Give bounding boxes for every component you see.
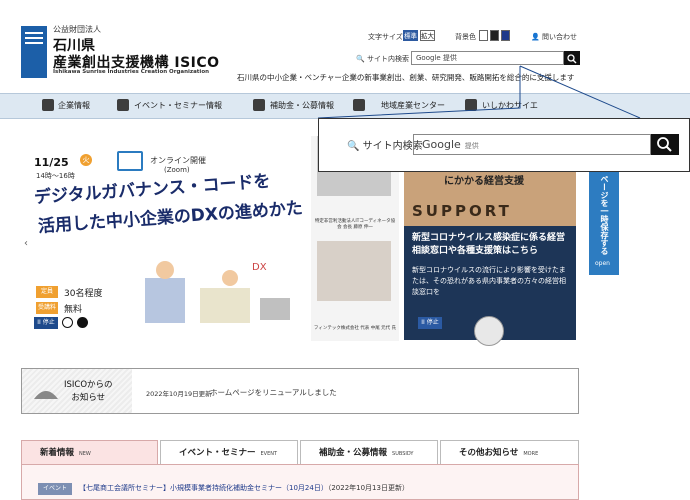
- tab-content: イベント 【七尾商工会議所セミナー】小規模事業者持続化補助金セミナー（10月24…: [21, 464, 579, 500]
- zoom-search-button[interactable]: [651, 134, 679, 155]
- person-icon: 👤: [531, 33, 540, 41]
- color-blue-button[interactable]: [501, 30, 510, 41]
- zoom-search-input[interactable]: Google 提供: [413, 134, 651, 155]
- side-tab-open-label: open: [595, 260, 610, 267]
- org-prefix: 公益財団法人: [53, 25, 101, 34]
- science-icon: [465, 99, 477, 111]
- color-white-button[interactable]: [479, 30, 488, 41]
- nav-item-subsidy[interactable]: 補助金・公募情報: [270, 100, 334, 111]
- event-link[interactable]: 【七尾商工会議所セミナー】小規模事業者持続化補助金セミナー（10月24日）（20…: [79, 483, 409, 493]
- tagline: 石川県の中小企業・ベンチャー企業の新事業創出、創業、研究開発、販路開拓を総合的に…: [237, 73, 575, 82]
- zoomed-search-panel: 🔍 サイト内検索 Google 提供: [318, 118, 690, 172]
- isico-logo[interactable]: [21, 26, 47, 78]
- capacity-tag: 定員: [36, 286, 58, 298]
- speaker-photo-2: [317, 241, 391, 301]
- info-tabs: 新着情報 NEW イベント・セミナー EVENT 補助金・公募情報 SUBSIDY そ…: [21, 440, 579, 464]
- news-link[interactable]: ホームページをリニューアルしました: [210, 387, 337, 398]
- seminar-illustration: DX: [145, 261, 290, 323]
- regional-center-icon: [353, 99, 365, 111]
- carousel-stop-button[interactable]: II 停止: [34, 317, 58, 329]
- capacity-value: 30名程度: [64, 289, 103, 299]
- nav-item-regional-center[interactable]: 地域産業センター: [381, 100, 445, 111]
- slide-covid-support[interactable]: にかかる経営支援 SUPPORT 新型コロナウイルス感染症に係る経営相談窓口や各…: [404, 164, 576, 346]
- font-large-button[interactable]: 拡大: [420, 30, 435, 41]
- monitor-icon: [117, 151, 143, 171]
- nav-item-company[interactable]: 企業情報: [58, 100, 90, 111]
- search-icon: 🔍: [356, 55, 365, 63]
- svg-text:DX: DX: [252, 262, 267, 273]
- zoom-search-label: 🔍 サイト内検索: [347, 141, 423, 152]
- tab-new[interactable]: 新着情報 NEW: [21, 440, 158, 464]
- contact-link[interactable]: 👤 問い合わせ: [531, 32, 577, 42]
- news-title: ISICOからの お知らせ: [64, 380, 113, 403]
- company-icon: [42, 99, 54, 111]
- color-black-button[interactable]: [490, 30, 499, 41]
- search-button[interactable]: [564, 51, 580, 65]
- search-icon: [567, 54, 577, 64]
- support-title[interactable]: 新型コロナウイルス感染症に係る経営相談窓口や各種支援策はこちら: [412, 232, 572, 258]
- nav-item-science[interactable]: いしかわサイエ: [482, 100, 538, 111]
- carousel-prev-icon[interactable]: ‹: [24, 238, 28, 249]
- sunrise-icon: [34, 391, 58, 399]
- fee-tag: 受講料: [36, 302, 58, 314]
- save-page-tab[interactable]: ページを一時保存する: [589, 155, 619, 275]
- isico-news-box: ISICOからの お知らせ 2022年10月19日更新 ホームページをリニューアル…: [21, 368, 579, 414]
- support-body: 新型コロナウイルスの流行により影響を受けたまたは、その恐れがある県内事業者の方々…: [412, 266, 566, 296]
- seminar-date: 11/25: [34, 156, 69, 169]
- chevron-down-icon[interactable]: [474, 316, 504, 346]
- font-standard-button[interactable]: 標準: [403, 30, 418, 41]
- support-word: SUPPORT: [412, 202, 512, 220]
- main-nav: 企業情報 イベント・セミナー情報 補助金・公募情報 地域産業センター いしかわサ…: [0, 93, 690, 119]
- carousel-stop-button-2[interactable]: II 停止: [418, 317, 442, 329]
- seminar-day: 火: [80, 154, 92, 166]
- site-header: 公益財団法人 石川県 産業創出支援機構 ISICO Ishikawa Sunri…: [0, 0, 620, 92]
- speaker-caption-1: 特定非営利活動法人ITコーディネータ協会 会長 藤原 伸一: [314, 219, 396, 230]
- event-icon: [117, 99, 129, 111]
- tab-subsidy[interactable]: 補助金・公募情報 SUBSIDY: [300, 440, 438, 464]
- carousel-dot-2[interactable]: [77, 317, 88, 328]
- nav-item-events[interactable]: イベント・セミナー情報: [134, 100, 222, 111]
- tab-more[interactable]: その他お知らせ MORE: [440, 440, 579, 464]
- speaker-caption-2: フィンテック株式会社 代表 中尾 元代 氏: [313, 326, 397, 331]
- event-badge: イベント: [38, 483, 72, 495]
- online-label: オンライン開催: [150, 156, 206, 165]
- fee-value: 無料: [64, 305, 83, 315]
- news-date: 2022年10月19日更新: [146, 390, 212, 398]
- search-input[interactable]: Google 提供: [411, 51, 564, 65]
- tab-events[interactable]: イベント・セミナー EVENT: [160, 440, 298, 464]
- color-label: 背景色: [455, 33, 476, 41]
- org-english-name: Ishikawa Sunrise Industries Creation Org…: [53, 69, 210, 75]
- carousel-dot-1[interactable]: [62, 317, 73, 328]
- search-icon: [657, 137, 672, 152]
- slide-seminar[interactable]: ‹ 11/25 火 14時〜16時 オンライン開催 (Zoom) デジタルガバナ…: [22, 136, 310, 341]
- support-headline: にかかる経営支援: [444, 176, 524, 187]
- font-size-label: 文字サイズ: [368, 33, 403, 41]
- search-icon: 🔍: [347, 141, 360, 152]
- subsidy-icon: [253, 99, 265, 111]
- search-label: 🔍 サイト内検索: [356, 55, 409, 63]
